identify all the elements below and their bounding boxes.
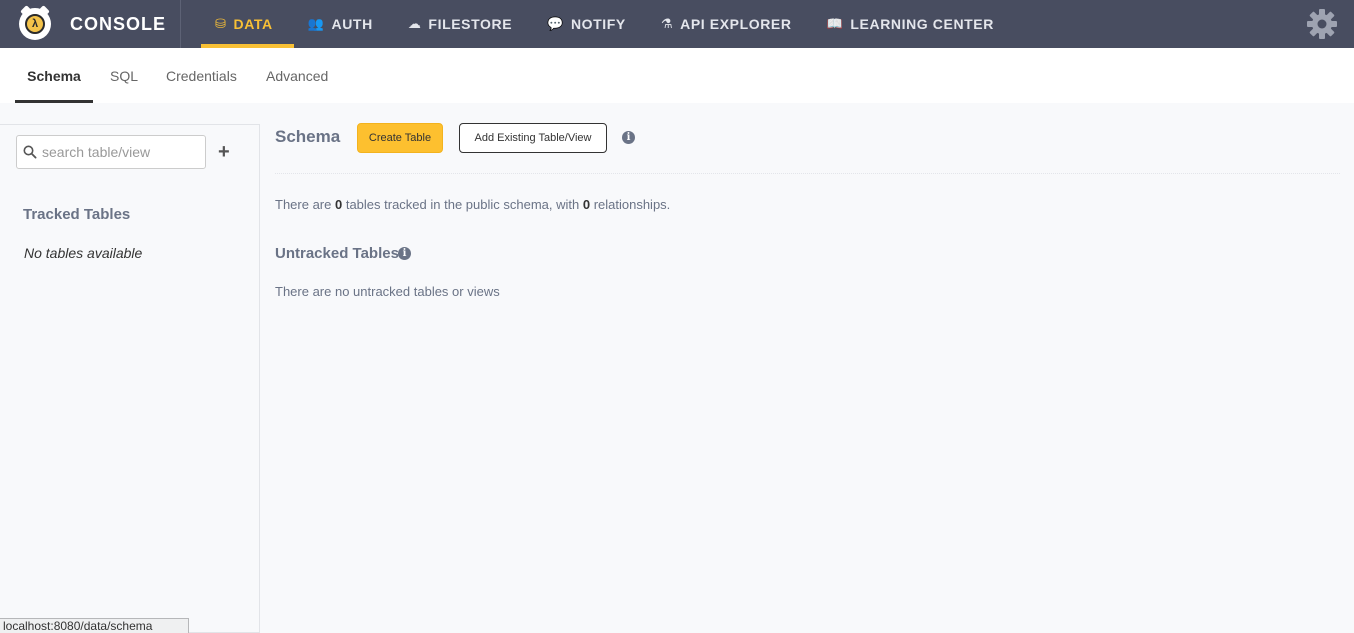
database-icon: ⛁ xyxy=(215,16,227,31)
browser-status-url: localhost:8080/data/schema xyxy=(0,618,189,633)
page-title: Schema xyxy=(275,127,341,146)
settings-gear-icon[interactable] xyxy=(1306,8,1338,40)
nav-label: LEARNING CENTER xyxy=(850,16,994,32)
info-icon[interactable]: i xyxy=(622,131,635,144)
summary-middle: tables tracked in the public schema, wit… xyxy=(342,197,583,212)
divider xyxy=(275,173,1340,174)
users-icon: 👥 xyxy=(307,16,325,31)
book-icon: 📖 xyxy=(826,16,844,31)
create-table-button[interactable]: Create Table xyxy=(357,123,443,153)
brand[interactable]: λ CONSOLE xyxy=(0,0,181,48)
no-tables-message: No tables available xyxy=(24,245,143,261)
nav-auth[interactable]: 👥 AUTH xyxy=(294,0,394,48)
nav-notify[interactable]: 💬 NOTIFY xyxy=(533,0,647,48)
nav-learning-center[interactable]: 📖 LEARNING CENTER xyxy=(813,0,1015,48)
hasura-logo-icon: λ xyxy=(19,5,51,40)
comment-icon: 💬 xyxy=(547,16,564,31)
search-input[interactable] xyxy=(42,144,202,160)
nav-label: FILESTORE xyxy=(428,16,513,32)
nav-label: NOTIFY xyxy=(570,16,626,32)
relationship-count: 0 xyxy=(582,197,591,212)
nav-label: API EXPLORER xyxy=(680,16,792,32)
brand-title: CONSOLE xyxy=(70,13,167,34)
untracked-tables-heading: Untracked Tables xyxy=(275,245,399,262)
cloud-upload-icon: ☁ xyxy=(407,16,422,31)
add-existing-table-button[interactable]: Add Existing Table/View xyxy=(459,123,607,153)
nav-label: AUTH xyxy=(331,16,373,32)
sidebar: + Tracked Tables No tables available xyxy=(0,124,260,633)
summary-prefix: There are xyxy=(275,197,335,212)
summary-suffix: relationships. xyxy=(590,197,671,212)
tab-schema[interactable]: Schema xyxy=(15,48,93,103)
untracked-tables-message: There are no untracked tables or views xyxy=(275,284,500,299)
tab-sql[interactable]: SQL xyxy=(110,48,138,103)
tab-credentials[interactable]: Credentials xyxy=(166,48,237,103)
nav-label: DATA xyxy=(233,16,273,32)
tab-advanced[interactable]: Advanced xyxy=(266,48,328,103)
untracked-info-icon[interactable]: i xyxy=(398,247,411,260)
flask-icon: ⚗ xyxy=(660,16,674,31)
schema-summary-text: There are 0 tables tracked in the public… xyxy=(275,197,670,212)
top-navbar: λ CONSOLE ⛁ DATA 👥 AUTH ☁ FILESTORE 💬 NOTIFY ⚗ AP… xyxy=(0,0,1354,48)
data-subtabs: Schema SQL Credentials Advanced xyxy=(0,48,1354,103)
nav-filestore[interactable]: ☁ FILESTORE xyxy=(394,0,533,48)
search-box xyxy=(16,135,206,169)
main-nav: ⛁ DATA 👥 AUTH ☁ FILESTORE 💬 NOTIFY ⚗ API EXPLORER… xyxy=(201,0,1015,48)
add-table-plus-icon[interactable]: + xyxy=(218,142,230,162)
nav-data[interactable]: ⛁ DATA xyxy=(201,0,294,48)
search-icon xyxy=(23,145,37,159)
tracked-tables-heading: Tracked Tables xyxy=(23,206,131,223)
nav-api-explorer[interactable]: ⚗ API EXPLORER xyxy=(647,0,813,48)
